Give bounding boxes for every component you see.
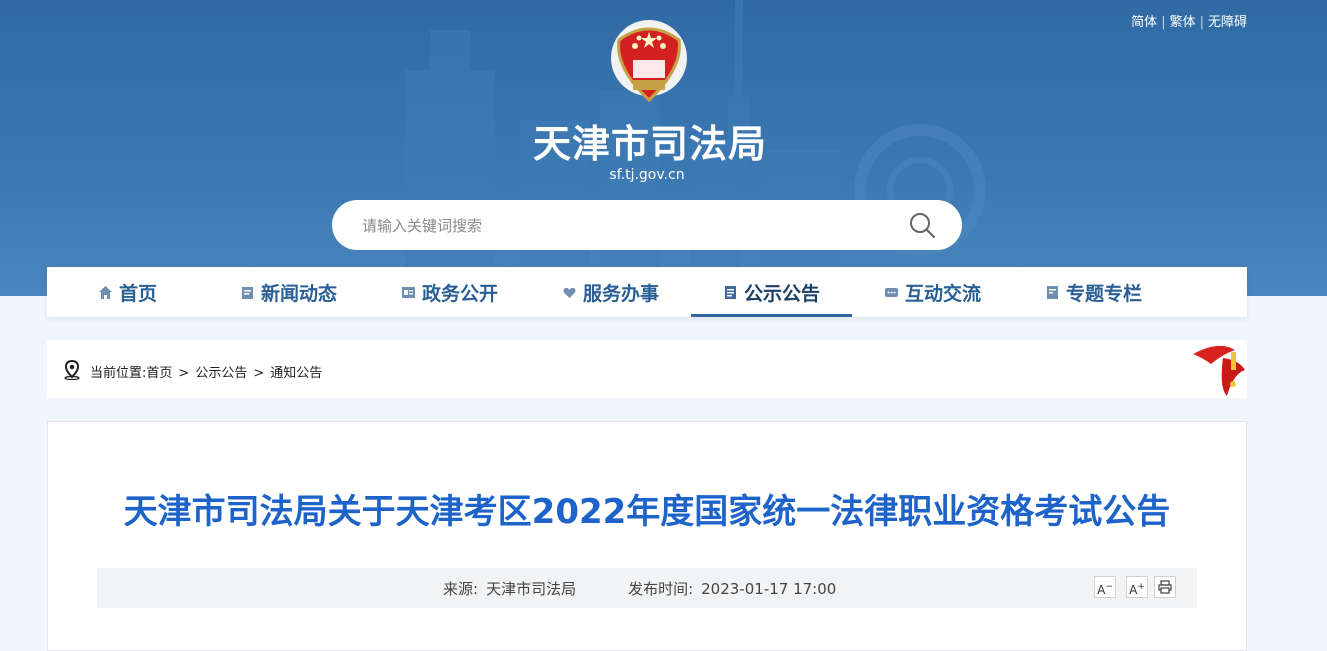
header-banner: 简体 | 繁体 | 无障碍 天津市司法局 sf.tj.gov.cn [0,0,1327,296]
gov-info-icon [401,286,415,298]
accessibility-link[interactable]: 无障碍 [1208,15,1247,30]
topic-icon [1046,285,1058,299]
article-title: 天津市司法局关于天津考区2022年度国家统一法律职业资格考试公告 [123,492,1171,532]
breadcrumb-prefix: 当前位置: [90,366,147,381]
news-icon [241,286,253,299]
print-icon [1158,580,1172,594]
nav-item-topics[interactable]: 专题专栏 [1013,267,1174,317]
home-icon [98,285,112,299]
date-label: 发布时间: [628,580,694,598]
breadcrumb-trail: 当前位置:首页 > 公示公告 > 通知公告 [90,362,322,381]
search-input[interactable] [360,213,884,239]
notice-icon [724,285,736,299]
date-value: 2023-01-17 17:00 [701,580,837,598]
location-pin-icon [64,360,80,380]
breadcrumb-separator: > [253,366,265,381]
article-panel: 天津市司法局关于天津考区2022年度国家统一法律职业资格考试公告 来源: 天津市司… [47,421,1247,651]
search-bar [332,200,962,250]
breadcrumb-notice[interactable]: 公示公告 [195,366,247,381]
breadcrumb-current[interactable]: 通知公告 [270,366,322,381]
chat-icon [884,287,898,297]
language-links: 简体 | 繁体 | 无障碍 [1131,11,1247,30]
nav-item-label: 政务公开 [421,282,498,305]
nav-item-news[interactable]: 新闻动态 [208,267,369,317]
source-label: 来源: [443,580,479,598]
service-icon [563,287,576,298]
nav-item-label: 首页 [118,282,157,305]
site-title: 天津市司法局 [532,122,767,166]
nav-item-label: 互动交流 [904,282,981,305]
traditional-link[interactable]: 繁体 [1170,15,1196,30]
judicial-emblem-logo[interactable] [609,16,689,104]
nav-item-interaction[interactable]: 互动交流 [852,267,1013,317]
nav-item-notice[interactable]: 公示公告 [691,267,852,317]
red-ribbon-decoration [1193,345,1245,396]
nav-item-label: 服务办事 [582,282,659,305]
article-meta-bar: 来源: 天津市司法局 发布时间: 2023-01-17 17:00 A− A+ [97,568,1197,608]
article-meta: 来源: 天津市司法局 发布时间: 2023-01-17 17:00 [443,578,836,599]
search-icon[interactable] [908,211,936,239]
divider: | [1161,15,1166,30]
nav-item-label: 专题专栏 [1065,282,1142,305]
nav-item-gov-info[interactable]: 政务公开 [369,267,530,317]
divider: | [1199,15,1204,30]
nav-item-label: 公示公告 [743,282,820,305]
main-nav: 首页 新闻动态 政务公开 服务办事 公示公告 互动交流 专题专栏 [47,267,1247,317]
font-larger-button[interactable]: A+ [1126,576,1148,598]
font-smaller-button[interactable]: A− [1094,576,1116,598]
breadcrumb: 当前位置:首页 > 公示公告 > 通知公告 [47,340,1247,398]
nav-item-service[interactable]: 服务办事 [530,267,691,317]
print-button[interactable] [1154,576,1176,598]
breadcrumb-home[interactable]: 首页 [146,366,172,381]
nav-item-home[interactable]: 首页 [47,267,208,317]
breadcrumb-separator: > [178,366,190,381]
nav-item-label: 新闻动态 [260,282,337,305]
site-domain: sf.tj.gov.cn [609,167,685,183]
simplified-link[interactable]: 简体 [1131,15,1157,30]
source-value: 天津市司法局 [486,580,577,598]
